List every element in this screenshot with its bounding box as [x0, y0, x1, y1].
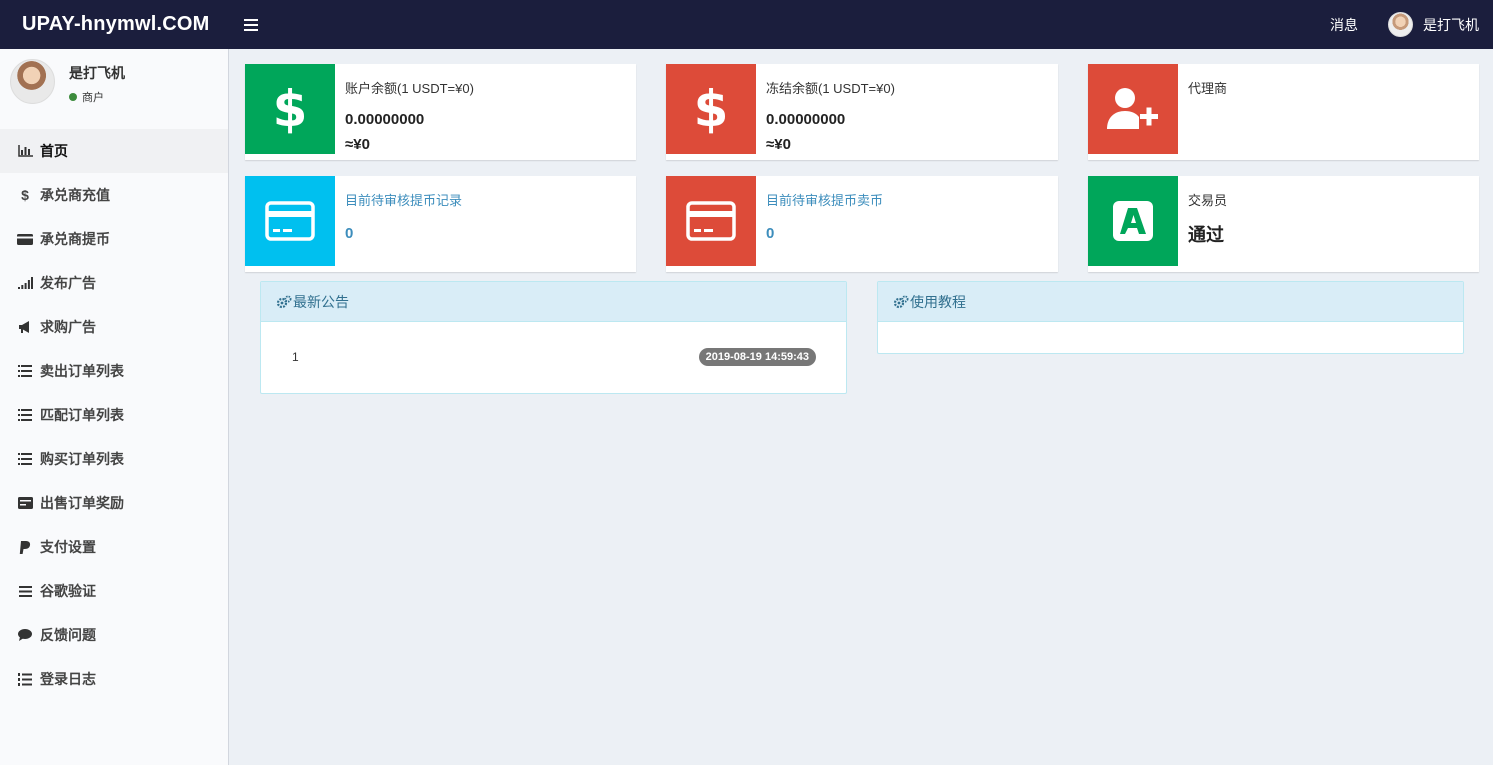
sidebar-item-label: 反馈问题	[40, 627, 96, 643]
sidebar-item-label: 承兑商提币	[40, 231, 110, 247]
frozen-balance-card: $ 冻结余额(1 USDT=¥0) 0.00000000 ≈¥0	[666, 64, 1058, 160]
balance-label: 账户余额(1 USDT=¥0)	[345, 81, 474, 96]
user-menu[interactable]: 是打飞机	[1388, 12, 1479, 37]
sidebar-item-login-log[interactable]: 登录日志	[0, 657, 228, 701]
credit-card-icon	[666, 176, 756, 266]
sidebar-item-payment-settings[interactable]: 支付设置	[0, 525, 228, 569]
agent-card: 代理商	[1088, 64, 1479, 160]
pending-withdraw-label[interactable]: 目前待审核提币记录	[345, 190, 462, 209]
bar-chart-icon	[17, 144, 33, 158]
list-icon	[17, 364, 33, 378]
avatar	[1388, 12, 1413, 37]
sidebar-item-sell-orders[interactable]: 卖出订单列表	[0, 349, 228, 393]
sidebar-item-label: 卖出订单列表	[40, 363, 124, 379]
sidebar-item-match-orders[interactable]: 匹配订单列表	[0, 393, 228, 437]
trader-label: 交易员	[1188, 193, 1228, 208]
online-dot-icon	[69, 93, 77, 101]
sidebar-item-label: 谷歌验证	[40, 583, 96, 599]
bullhorn-icon	[17, 320, 33, 334]
user-panel-name: 是打飞机	[69, 65, 125, 81]
pending-sell-card[interactable]: 目前待审核提币卖币 0	[666, 176, 1058, 272]
cogs-icon	[276, 295, 292, 309]
notices-panel: 最新公告 1 2019-08-19 14:59:43	[260, 281, 847, 394]
cc-icon	[17, 496, 33, 510]
comment-icon	[17, 628, 33, 642]
frozen-value: 0.00000000	[766, 111, 846, 128]
list-icon	[17, 408, 33, 422]
notice-date-badge: 2019-08-19 14:59:43	[698, 348, 816, 366]
frozen-label: 冻结余额(1 USDT=¥0)	[766, 81, 895, 96]
sidebar-item-label: 购买订单列表	[40, 451, 124, 467]
sidebar-item-recharge[interactable]: $ 承兑商充值	[0, 173, 228, 217]
sidebar-item-post-ad[interactable]: 发布广告	[0, 261, 228, 305]
sidebar-toggle-icon[interactable]	[244, 18, 258, 31]
credit-card-icon	[245, 176, 335, 266]
list-icon	[17, 452, 33, 466]
user-panel: 是打飞机 商户	[0, 49, 228, 129]
sidebar-item-withdraw[interactable]: 承兑商提币	[0, 217, 228, 261]
balance-card: $ 账户余额(1 USDT=¥0) 0.00000000 ≈¥0	[245, 64, 636, 160]
sidebar-menu: 首页 $ 承兑商充值 承兑商提币 发布广告 求购广告 卖出订单列表 匹配订单列表…	[0, 129, 228, 701]
sidebar-item-label: 发布广告	[40, 275, 96, 291]
pending-sell-label[interactable]: 目前待审核提币卖币	[766, 190, 883, 209]
sidebar-item-home[interactable]: 首页	[0, 129, 228, 173]
pending-sell-count: 0	[766, 225, 775, 242]
dollar-icon: $	[666, 64, 756, 154]
sidebar-item-google-auth[interactable]: 谷歌验证	[0, 569, 228, 613]
sidebar-item-feedback[interactable]: 反馈问题	[0, 613, 228, 657]
app-store-icon	[1088, 176, 1178, 266]
messages-link[interactable]: 消息	[1330, 15, 1358, 35]
frozen-cny: ≈¥0	[766, 136, 791, 153]
balance-cny: ≈¥0	[345, 136, 370, 153]
dollar-icon: $	[21, 187, 29, 203]
list-ol-icon	[17, 672, 33, 686]
sidebar-item-label: 求购广告	[40, 319, 96, 335]
trader-card: 交易员 通过	[1088, 176, 1479, 272]
agent-label: 代理商	[1188, 81, 1228, 96]
pending-withdraw-card[interactable]: 目前待审核提币记录 0	[245, 176, 636, 272]
paypal-icon	[17, 540, 33, 554]
sidebar-item-buy-orders[interactable]: 购买订单列表	[0, 437, 228, 481]
tutorial-title: 使用教程	[910, 293, 966, 310]
top-navbar: UPAY-hnymwl.COM 消息 是打飞机	[0, 0, 1493, 49]
notices-panel-header: 最新公告	[261, 282, 846, 322]
sidebar-item-sell-rewards[interactable]: 出售订单奖励	[0, 481, 228, 525]
navbar-right: 消息 是打飞机	[1330, 0, 1493, 49]
tutorial-panel: 使用教程	[877, 281, 1464, 354]
user-menu-name: 是打飞机	[1423, 16, 1479, 33]
trader-status: 通过	[1188, 225, 1224, 245]
credit-card-icon	[17, 232, 33, 246]
tutorial-panel-header: 使用教程	[878, 282, 1463, 322]
sidebar-item-label: 支付设置	[40, 539, 96, 555]
bars-icon	[17, 584, 33, 598]
notice-text[interactable]: 1	[292, 350, 299, 364]
notices-title: 最新公告	[293, 293, 349, 310]
pending-withdraw-count: 0	[345, 225, 354, 242]
user-avatar	[10, 59, 55, 104]
sidebar-item-label: 出售订单奖励	[40, 495, 124, 511]
sidebar: 是打飞机 商户 首页 $ 承兑商充值 承兑商提币 发布广告 求购广告 卖出订单列…	[0, 49, 229, 765]
sidebar-item-label: 首页	[40, 143, 68, 159]
user-status: 商户	[69, 89, 125, 105]
sidebar-item-label: 匹配订单列表	[40, 407, 124, 423]
brand-logo[interactable]: UPAY-hnymwl.COM	[0, 0, 229, 49]
sidebar-item-label: 登录日志	[40, 671, 96, 687]
user-plus-icon	[1088, 64, 1178, 154]
signal-icon	[17, 276, 33, 290]
dollar-icon: $	[245, 64, 335, 154]
balance-value: 0.00000000	[345, 111, 425, 128]
sidebar-item-buy-ad[interactable]: 求购广告	[0, 305, 228, 349]
sidebar-item-label: 承兑商充值	[40, 187, 110, 203]
list-item[interactable]: 1 2019-08-19 14:59:43	[261, 322, 846, 392]
cogs-icon	[893, 295, 909, 309]
user-role: 商户	[82, 92, 104, 104]
